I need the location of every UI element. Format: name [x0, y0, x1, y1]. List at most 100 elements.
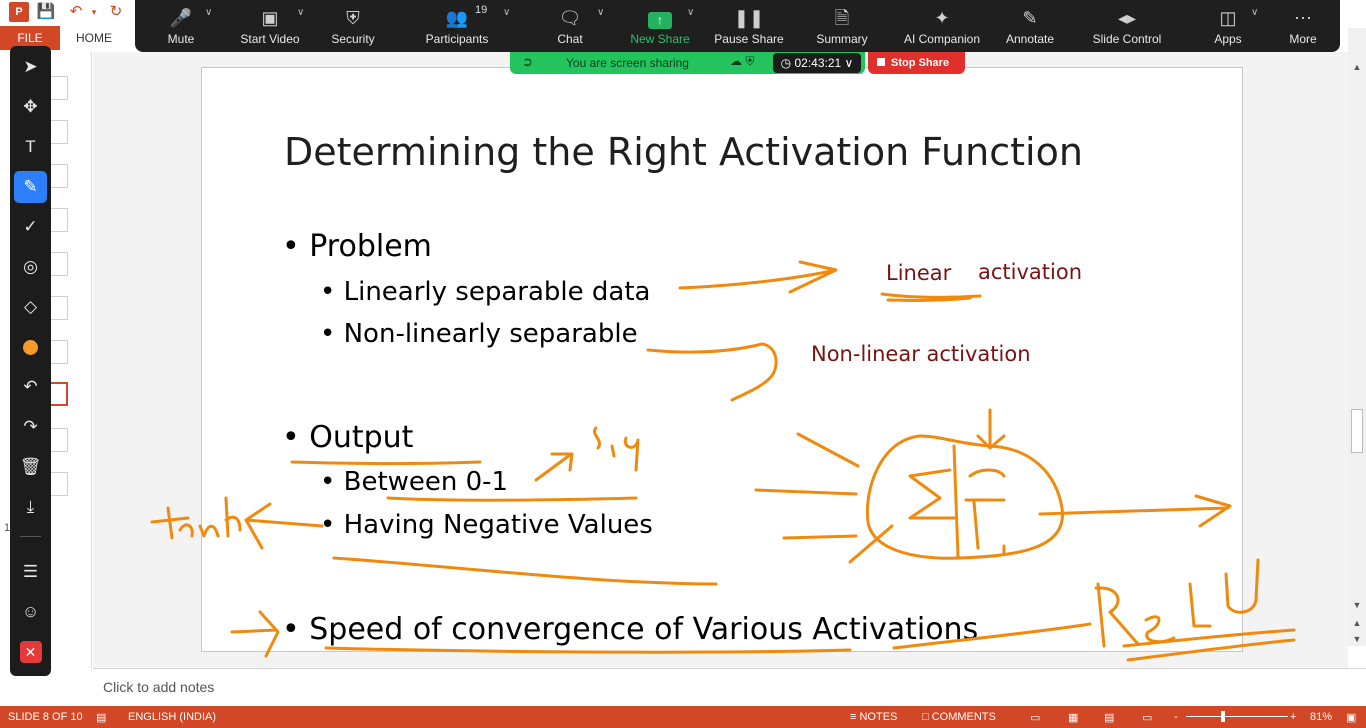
zoom-slider[interactable] [1186, 716, 1288, 717]
zoom-level[interactable]: 81% [1310, 711, 1332, 723]
notes-pane[interactable]: Click to add notes [93, 668, 1366, 706]
connection-icons: ☁ ⛨ [730, 54, 755, 68]
ai-companion-button[interactable]: ✦ AI Companion [899, 4, 985, 50]
annotation-activation: activation [978, 260, 1083, 284]
slide-control-button[interactable]: ◂▸ Slide Control [1089, 4, 1165, 50]
participants-options-chevron-icon[interactable]: ∨ [503, 7, 510, 18]
screen-sharing-status: You are screen sharing [566, 56, 689, 70]
redo-icon[interactable]: ↷ [14, 411, 47, 443]
close-annotation-icon[interactable]: ✕ [14, 636, 47, 668]
slide-thumbnail[interactable] [48, 120, 68, 144]
bullet-linear: • Linearly separable data [320, 277, 651, 307]
start-video-button[interactable]: ▣ Start Video [233, 4, 307, 50]
slide-thumbnail[interactable] [48, 296, 68, 320]
toolbar-divider [20, 536, 41, 537]
stop-icon [877, 58, 885, 66]
slide-thumbnail-selected[interactable] [48, 382, 68, 406]
normal-view-icon[interactable]: ▭ [1030, 711, 1040, 724]
annotate-button[interactable]: ✎ Annotate [1001, 4, 1059, 50]
start-video-label: Start Video [240, 32, 300, 46]
slide-thumbnail[interactable] [48, 428, 68, 452]
scroll-down-icon[interactable]: ▼ [1350, 598, 1364, 612]
slide-thumbnail[interactable] [48, 76, 68, 100]
share-options-chevron-icon[interactable]: ∨ [687, 7, 694, 18]
pause-share-button[interactable]: ❚❚ Pause Share [713, 4, 785, 50]
slide-title: Determining the Right Activation Functio… [284, 130, 1083, 174]
chat-button[interactable]: 🗨 Chat [545, 4, 595, 50]
spotlight-icon[interactable]: ◎ [14, 251, 47, 283]
redo-icon[interactable]: ↻ [106, 2, 126, 22]
delete-icon[interactable]: 🗑 [14, 451, 47, 483]
spellcheck-icon[interactable]: ▤ [96, 711, 106, 724]
new-share-label: New Share [630, 32, 690, 46]
next-slide-icon[interactable]: ▼ [1350, 632, 1364, 646]
menu-icon[interactable]: ☰ [14, 556, 47, 588]
pause-share-label: Pause Share [714, 32, 784, 46]
mute-label: Mute [167, 32, 195, 46]
undo-icon[interactable]: ↶ [66, 2, 86, 22]
eraser-icon[interactable]: ◇ [14, 291, 47, 323]
notes-button[interactable]: ≡ NOTES [850, 711, 897, 723]
comments-button[interactable]: □ COMMENTS [922, 711, 996, 723]
slide-thumbnail[interactable] [48, 164, 68, 188]
bullet-negative: • Having Negative Values [320, 510, 653, 540]
undo-icon[interactable]: ↶ [14, 371, 47, 403]
microphone-icon: 🎤 [169, 8, 193, 28]
video-off-icon: ▣ [261, 8, 279, 28]
participant-annotator-icon[interactable]: ☺ [14, 596, 47, 628]
reading-view-icon[interactable]: ▤ [1104, 711, 1114, 724]
new-share-button[interactable]: ↑ New Share [625, 4, 695, 50]
stop-share-button[interactable]: Stop Share [868, 52, 965, 74]
annotate-label: Annotate [1005, 32, 1055, 46]
stamp-check-icon[interactable]: ✓ [14, 211, 47, 243]
zoom-toolbar: 🎤 Mute ∨ ▣ Start Video ∨ ⛨ Security 👥 Pa… [135, 0, 1340, 52]
color-icon[interactable] [14, 331, 47, 363]
previous-slide-icon[interactable]: ▲ [1350, 616, 1364, 630]
more-icon: ⋯ [1294, 8, 1312, 28]
select-icon[interactable]: ➤ [14, 51, 47, 83]
slide-thumbnail[interactable] [48, 340, 68, 364]
home-tab[interactable]: HOME [66, 26, 122, 50]
fit-to-window-icon[interactable]: ▣ [1346, 711, 1356, 724]
bullet-text: Having Negative Values [343, 510, 653, 540]
status-bar: SLIDE 8 OF 10 ▤ ENGLISH (INDIA) ≡ NOTES … [0, 706, 1366, 728]
slide-control-label: Slide Control [1092, 32, 1162, 46]
slide-canvas[interactable]: Determining the Right Activation Functio… [201, 67, 1243, 652]
zoom-out-button[interactable]: - [1174, 711, 1178, 723]
scrollbar-thumb[interactable] [1351, 409, 1363, 453]
video-options-chevron-icon[interactable]: ∨ [297, 7, 304, 18]
save-icon[interactable]: ⤓ [14, 491, 47, 523]
pen-icon[interactable]: ✎ [14, 171, 47, 203]
summary-button[interactable]: 🗎 Summary [811, 4, 873, 50]
participants-label: Participants [425, 32, 489, 46]
chat-options-chevron-icon[interactable]: ∨ [597, 7, 604, 18]
security-button[interactable]: ⛨ Security [319, 4, 387, 50]
bullet-speed: • Speed of convergence of Various Activa… [282, 612, 979, 647]
apps-button[interactable]: ◫ Apps [1207, 4, 1249, 50]
undo-dropdown-icon[interactable]: ▾ [84, 2, 104, 22]
slideshow-icon[interactable]: ▭ [1142, 711, 1152, 724]
annotation-toolbar: ➤ ✥ T ✎ ✓ ◎ ◇ ↶ ↷ 🗑 ⤓ ☰ ☺ ✕ [10, 46, 51, 676]
apps-options-chevron-icon[interactable]: ∨ [1251, 7, 1258, 18]
mute-options-chevron-icon[interactable]: ∨ [205, 7, 212, 18]
zoom-in-button[interactable]: + [1290, 711, 1296, 723]
text-icon[interactable]: T [14, 131, 47, 163]
more-button[interactable]: ⋯ More [1285, 4, 1321, 50]
slide-thumbnail[interactable] [48, 208, 68, 232]
move-icon[interactable]: ✥ [14, 91, 47, 123]
scroll-up-icon[interactable]: ▲ [1350, 60, 1364, 74]
vertical-scrollbar[interactable]: ▲ ▼ ▲ ▼ [1348, 28, 1366, 646]
save-icon[interactable]: 💾 [36, 2, 56, 22]
apps-label: Apps [1214, 32, 1242, 46]
meeting-timer[interactable]: ◷ 02:43:21 ∨ [773, 53, 861, 73]
slide-thumbnail[interactable] [48, 472, 68, 496]
timer-value: 02:43:21 [794, 56, 842, 70]
pin-icon[interactable]: ➲ [522, 54, 533, 70]
mute-button[interactable]: 🎤 Mute [149, 4, 213, 50]
slide-thumbnail[interactable] [48, 252, 68, 276]
language-indicator[interactable]: ENGLISH (INDIA) [128, 711, 216, 723]
zoom-slider-knob[interactable] [1221, 711, 1225, 722]
bullet-nonlinear: • Non-linearly separable [320, 319, 638, 349]
summary-label: Summary [816, 32, 868, 46]
slide-sorter-icon[interactable]: ▦ [1068, 711, 1078, 724]
